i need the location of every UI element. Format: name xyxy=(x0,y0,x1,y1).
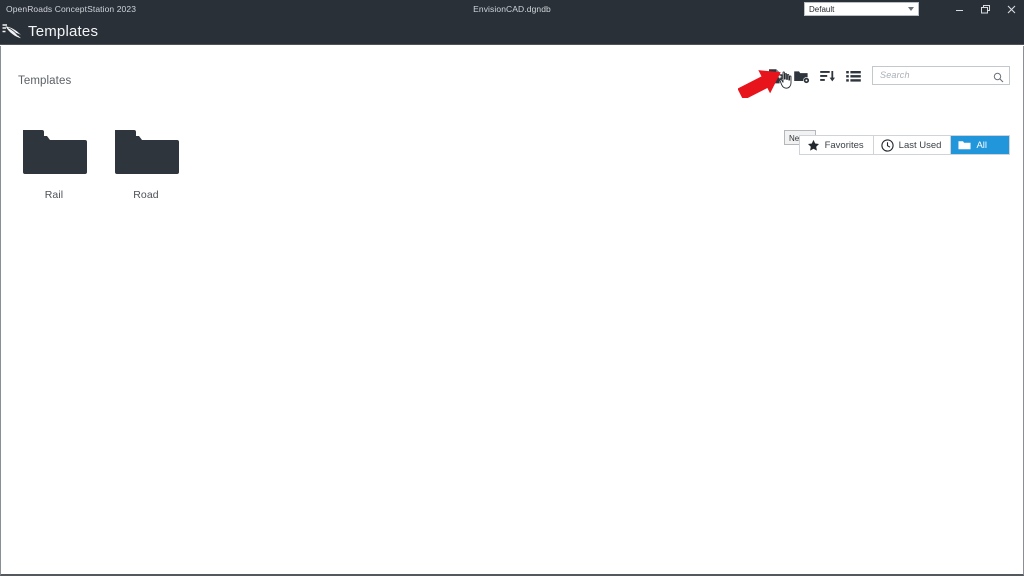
title-bar: OpenRoads ConceptStation 2023 EnvisionCA… xyxy=(0,0,1024,18)
minimize-icon xyxy=(955,9,963,11)
folder-item[interactable]: Rail xyxy=(19,124,89,201)
folder-settings-icon xyxy=(793,70,810,84)
filter-all-button[interactable]: All xyxy=(951,136,1009,154)
close-button[interactable] xyxy=(998,0,1024,18)
folder-icon xyxy=(115,130,179,174)
list-view-icon xyxy=(845,70,861,82)
restore-button[interactable] xyxy=(972,0,998,18)
folder-icon xyxy=(23,130,87,174)
new-folder-button[interactable] xyxy=(788,65,814,87)
filter-all-label: All xyxy=(976,139,987,151)
clock-icon xyxy=(881,138,894,152)
filter-last-used-label: Last Used xyxy=(898,139,942,151)
workset-dropdown[interactable]: Default xyxy=(804,2,919,16)
filter-last-used-button[interactable]: Last Used xyxy=(873,136,952,154)
application-window: OpenRoads ConceptStation 2023 EnvisionCA… xyxy=(0,0,1024,576)
search-field[interactable]: Search xyxy=(872,66,1010,85)
minimize-button[interactable] xyxy=(946,0,972,18)
restore-icon xyxy=(980,4,990,13)
close-icon xyxy=(1007,5,1015,13)
filter-favorites-label: Favorites xyxy=(824,139,864,151)
breadcrumb: Templates xyxy=(18,75,72,87)
window-controls xyxy=(946,0,1024,18)
search-icon[interactable] xyxy=(993,70,1004,88)
star-icon xyxy=(807,139,820,152)
list-view-button[interactable] xyxy=(840,65,866,87)
sort-button[interactable] xyxy=(814,65,840,87)
folder-label: Road xyxy=(133,189,159,201)
chevron-down-icon xyxy=(908,7,914,11)
application-name-label: OpenRoads ConceptStation 2023 xyxy=(6,4,137,14)
new-template-icon xyxy=(768,68,782,83)
folder-icon xyxy=(958,139,971,152)
search-input[interactable]: Search xyxy=(880,70,910,80)
application-header: Templates xyxy=(0,18,1024,45)
sort-descending-icon xyxy=(819,70,835,81)
openroads-logo-icon xyxy=(2,24,22,39)
new-template-button[interactable] xyxy=(762,65,788,87)
templates-folder-grid: Rail Road xyxy=(19,124,181,201)
filter-button-group: Favorites Last Used All xyxy=(798,135,1010,155)
content-area: Templates Search Favorites Last Used All… xyxy=(0,46,1024,576)
templates-toolbar: Search xyxy=(762,65,1010,87)
filter-favorites-button[interactable]: Favorites xyxy=(799,136,874,154)
page-title: Templates xyxy=(28,23,99,40)
folder-item[interactable]: Road xyxy=(111,124,181,201)
folder-label: Rail xyxy=(44,189,64,201)
workset-selected-value: Default xyxy=(809,5,835,14)
